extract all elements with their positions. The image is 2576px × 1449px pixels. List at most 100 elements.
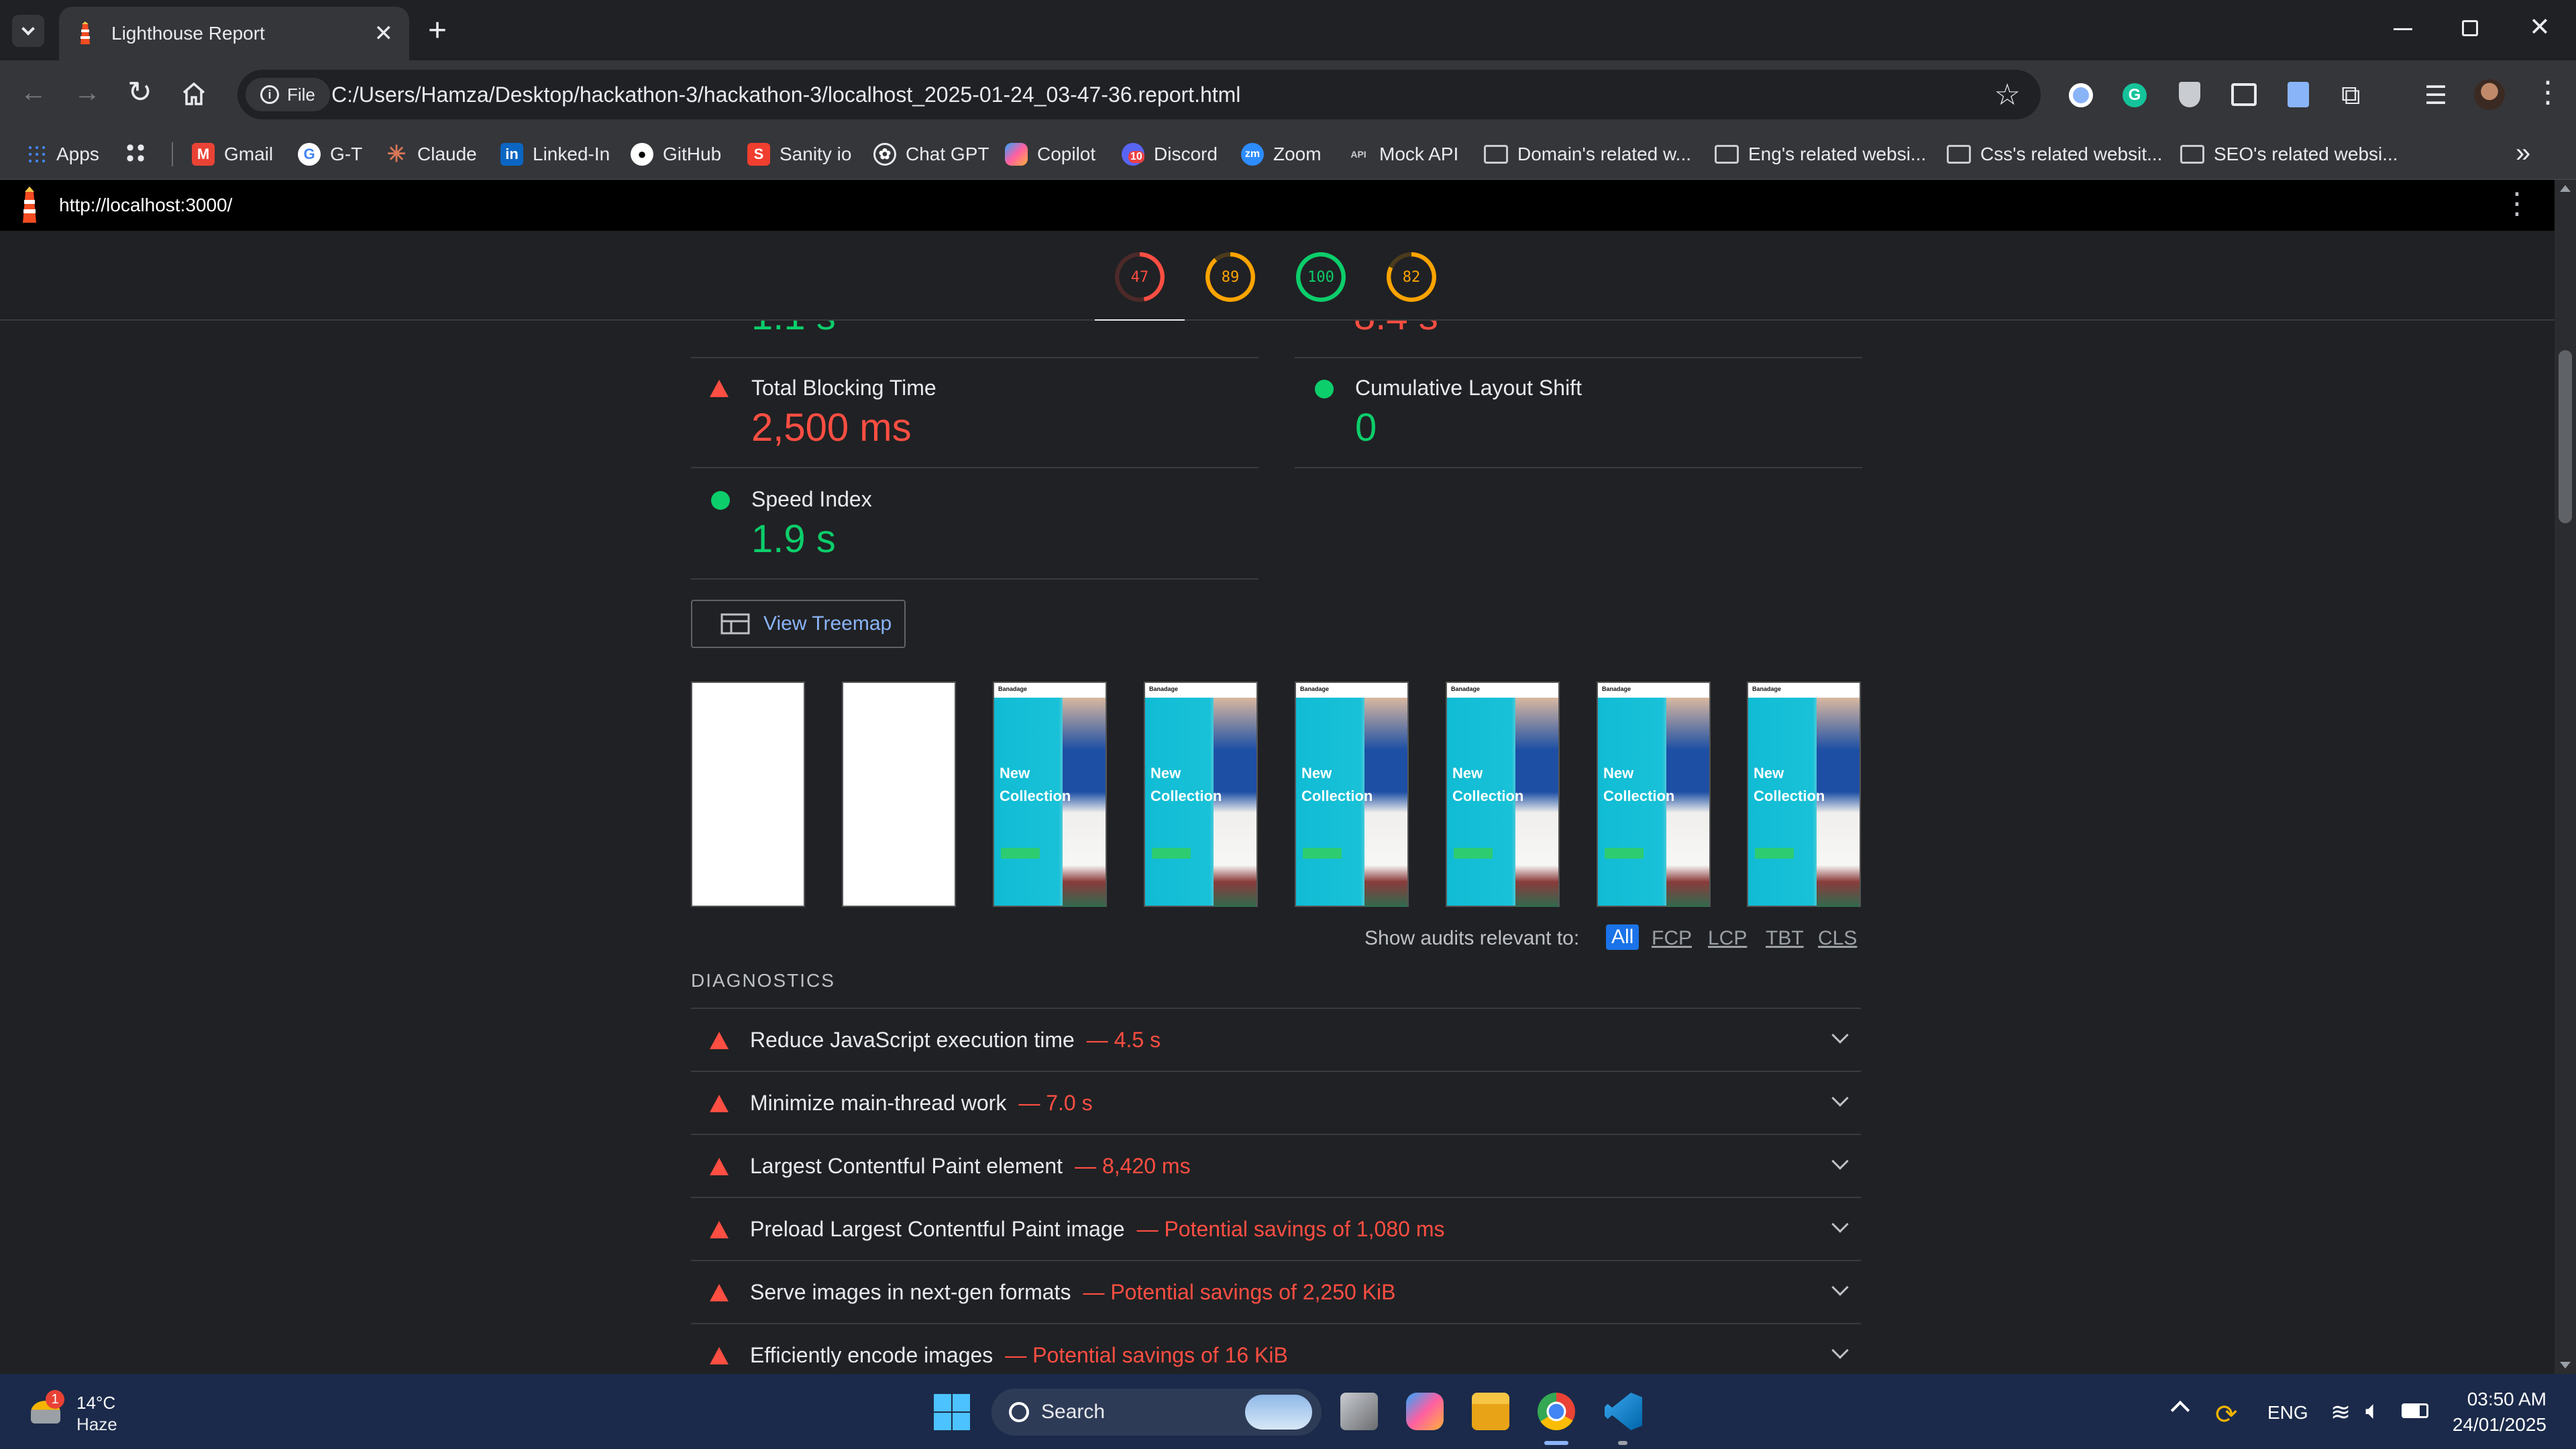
sync-icon[interactable]: ⟳ [2215,1399,2238,1430]
bookmark-folder-domain[interactable]: Domain's related w... [1484,129,1691,180]
report-menu-kebab-icon[interactable]: ⋮ [2502,186,2532,221]
diagnostic-title: Minimize main-thread work [750,1091,1007,1115]
windows-start-icon[interactable] [934,1394,970,1430]
puzzle-icon[interactable]: ⧉ [2341,80,2361,111]
frame-heading-line-1: New [1603,765,1634,782]
bookmark-gmail[interactable]: M Gmail [192,129,273,180]
bookmark-linkedin[interactable]: in Linked-In [500,129,610,180]
metric-speed-index: Speed Index 1.9 s [691,470,1258,580]
gauge-performance[interactable]: 47 [1115,252,1165,302]
frame-heading: New Collection [1452,762,1523,808]
bookmark-label: Claude [417,144,477,164]
tab-search-button[interactable] [12,15,44,47]
linkedin-icon: in [500,143,523,166]
site-info-chip[interactable]: i File [246,78,330,111]
grammarly-icon[interactable]: G [2123,83,2147,107]
shield-icon[interactable] [2179,82,2200,107]
gauge-best-practices[interactable]: 100 [1296,252,1346,302]
show-hidden-icons-chevron[interactable] [2170,1400,2190,1420]
bookmark-apps[interactable]: Apps [27,129,99,180]
volume-icon[interactable]: 🔈︎ [2365,1397,2381,1426]
extension-icon[interactable] [2069,83,2093,107]
bookmark-folder-eng[interactable]: Eng's related websi... [1715,129,1926,180]
metric-value: 0 [1355,406,1377,449]
tab-strip: Lighthouse Report ✕ + ✕ [0,0,2576,60]
frame-button [1605,848,1644,859]
metric-cumulative-layout-shift: Cumulative Layout Shift 0 [1295,358,1862,468]
scrollbar-thumb[interactable] [2559,350,2572,523]
close-window-icon[interactable]: ✕ [2529,12,2551,42]
diagnostic-item[interactable]: Efficiently encode images — Potential sav… [691,1324,1861,1374]
restore-window-icon[interactable] [2462,20,2478,36]
profile-avatar[interactable] [2474,79,2505,110]
tab-lighthouse-report[interactable]: Lighthouse Report ✕ [59,7,409,60]
scroll-down-arrow-icon[interactable] [2560,1362,2571,1368]
wifi-icon[interactable]: ≋ [2330,1398,2351,1426]
bookmark-label: Discord [1154,144,1218,164]
address-bar[interactable]: i File C:/Users/Hamza/Desktop/hackathon-… [237,70,2041,119]
taskbar-search-box[interactable]: Search [991,1389,1322,1436]
vscode-taskbar-icon[interactable] [1605,1393,1642,1430]
bookmark-mock-api[interactable]: API Mock API [1347,129,1458,180]
bookmark-discord[interactable]: 10 Discord [1122,129,1218,180]
battery-icon[interactable] [2402,1403,2428,1418]
filter-all[interactable]: All [1606,924,1640,950]
weather-widget[interactable]: 1 14°C Haze [27,1386,161,1437]
new-tab-button[interactable]: + [428,12,447,49]
diagnostic-item[interactable]: Largest Contentful Paint element — 8,420 … [691,1135,1861,1198]
weather-desc: Haze [76,1414,117,1434]
file-explorer-icon[interactable] [1472,1393,1509,1430]
menu-kebab-icon[interactable]: ⋮ [2533,75,2563,109]
forward-icon[interactable]: → [74,78,101,108]
back-icon[interactable]: ← [20,78,47,108]
filter-tbt[interactable]: TBT [1766,927,1804,950]
bookmark-label: Mock API [1379,144,1459,164]
view-treemap-button[interactable]: View Treemap [691,600,906,648]
bookmark-sanity[interactable]: S Sanity io [747,129,851,180]
minimize-window-icon[interactable] [2394,28,2412,30]
bookmark-folder-seo[interactable]: SEO's related websi... [2180,129,2398,180]
language-indicator[interactable]: ENG [2267,1402,2308,1424]
filter-fcp[interactable]: FCP [1652,927,1692,950]
task-view-icon[interactable] [1340,1393,1378,1430]
bookmark-claude[interactable]: ✳ Claude [385,129,477,180]
bookmark-folder-css[interactable]: Css's related websit... [1947,129,2162,180]
copilot-taskbar-icon[interactable] [1406,1393,1444,1430]
metric-title: Total Blocking Time [751,376,936,400]
diagnostic-item[interactable]: Preload Largest Contentful Paint image — … [691,1198,1861,1261]
more-bookmarks-icon[interactable]: » [2516,138,2530,168]
report-url[interactable]: http://localhost:3000/ [59,195,232,216]
bookmark-label: Sanity io [780,144,852,164]
home-icon[interactable] [181,82,207,106]
bookmark-star-icon[interactable]: ☆ [1994,78,2021,112]
clock-time[interactable]: 03:50 AM [2466,1389,2546,1410]
diagnostic-title: Efficiently encode images [750,1343,994,1367]
window-extension-icon[interactable] [2231,83,2257,106]
bookmark-g-t[interactable]: G G-T [298,129,362,180]
close-tab-icon[interactable]: ✕ [374,20,394,47]
clock-date[interactable]: 24/01/2025 [2446,1414,2546,1436]
bookmark-zoom[interactable]: zm Zoom [1241,129,1322,180]
chrome-taskbar-icon[interactable] [1538,1393,1575,1430]
bookmark-chatgpt[interactable]: ✿ Chat GPT [873,129,989,180]
diagnostic-item[interactable]: Minimize main-thread work — 7.0 s [691,1072,1861,1135]
reload-icon[interactable]: ↻ [127,75,152,109]
diagnostic-item[interactable]: Reduce JavaScript execution time — 4.5 s [691,1009,1861,1072]
diagnostic-item[interactable]: Serve images in next-gen formats — Potent… [691,1261,1861,1324]
vertical-scrollbar[interactable] [2555,180,2576,1374]
frame-heading-line-2: Collection [1754,788,1825,804]
vscode-running-indicator [1618,1441,1627,1445]
filter-lcp[interactable]: LCP [1708,927,1747,950]
bookmark-label: Domain's related w... [1517,144,1692,164]
filter-cls[interactable]: CLS [1818,927,1857,950]
copy-extension-icon[interactable] [2288,82,2309,107]
frame-heading-line-1: New [1301,765,1332,782]
tab-groups-icon[interactable] [125,142,146,164]
media-queue-icon[interactable]: ☰ [2424,80,2447,111]
gauge-seo[interactable]: 82 [1387,252,1436,302]
scroll-up-arrow-icon[interactable] [2560,185,2571,192]
bookmark-copilot[interactable]: Copilot [1005,129,1095,180]
gauge-accessibility[interactable]: 89 [1205,252,1255,302]
bookmark-github[interactable]: ● GitHub [631,129,721,180]
bookmark-label: Chat GPT [906,144,989,164]
